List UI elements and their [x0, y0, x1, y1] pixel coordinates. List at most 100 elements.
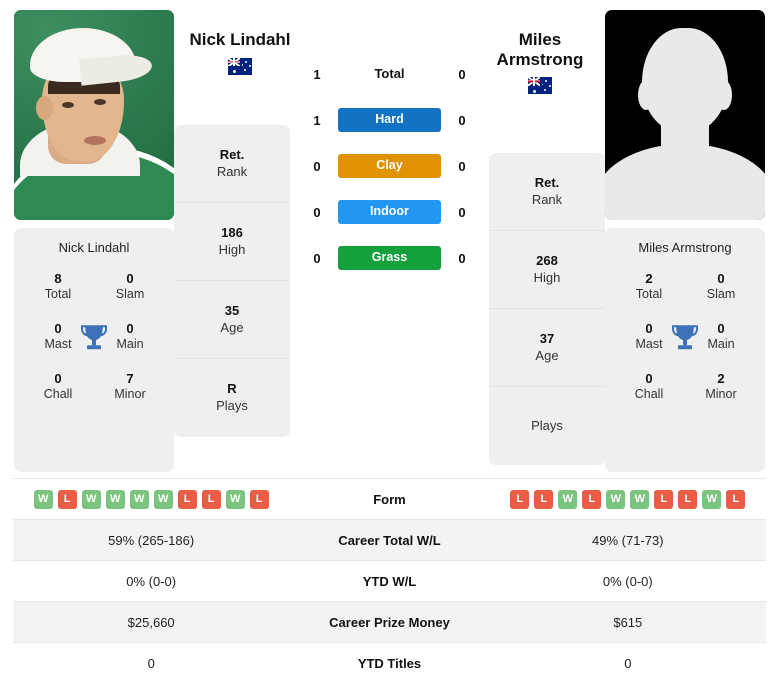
avatar-body: [605, 144, 765, 220]
union-jack: [228, 57, 240, 67]
form-badge-w[interactable]: W: [558, 489, 578, 509]
form-badge-l[interactable]: L: [177, 489, 197, 509]
form-badge-w[interactable]: W: [81, 489, 101, 509]
stat-chall: 0 Chall: [22, 371, 94, 403]
left-grass-wins: 0: [313, 250, 321, 266]
form-badge-l[interactable]: L: [249, 489, 269, 509]
left-player-name: Nick Lindahl: [189, 30, 291, 49]
form-badge-l[interactable]: L: [654, 489, 674, 509]
right-player-info-column: Ret. Rank 268 High 37 Age Plays: [489, 153, 605, 465]
form-badge-w[interactable]: W: [153, 489, 173, 509]
right-plays-label: Plays: [531, 417, 563, 433]
right-career-total-wl: 49% (71-73): [489, 519, 766, 561]
right-indoor-wins: 0: [458, 204, 466, 220]
left-clay-wins: 0: [313, 158, 321, 174]
surface-label-total: Total: [374, 65, 405, 81]
stat-chall-value: 0: [54, 370, 62, 386]
left-player-name-header[interactable]: Nick Lindahl: [182, 30, 298, 75]
stat-slam: 0 Slam: [685, 271, 757, 303]
left-titles-grid: 8 Total 0 Slam 0 Mast 0 Main 0 Chall 7 M…: [22, 271, 166, 403]
australia-flag-right: [528, 77, 552, 95]
left-age-value: 35: [224, 302, 240, 318]
form-badge-l[interactable]: L: [582, 489, 602, 509]
right-high-label: High: [533, 269, 561, 285]
stat-chall: 0 Chall: [613, 371, 685, 403]
form-badge-l[interactable]: L: [726, 489, 746, 509]
form-badge-l[interactable]: L: [201, 489, 221, 509]
stat-minor-label: Minor: [114, 387, 146, 401]
photo-ear: [36, 96, 53, 120]
stat-total-label: Total: [44, 287, 72, 302]
left-player-titles-card: Nick Lindahl 8 Total 0 Slam 0 Mast 0 Mai…: [14, 228, 174, 472]
right-hard-wins: 0: [458, 112, 466, 128]
form-badge-l[interactable]: L: [57, 489, 77, 509]
form-badge-l[interactable]: L: [678, 489, 698, 509]
form-badge-w[interactable]: W: [606, 489, 626, 509]
form-badge-w[interactable]: W: [105, 489, 125, 509]
table-row-career-total-wl: 59% (265-186) Career Total W/L 49% (71-7…: [13, 519, 766, 561]
right-career-prize-money: $615: [489, 601, 766, 643]
left-player-column: Nick Lindahl 8 Total 0 Slam 0 Mast 0 Mai…: [14, 10, 174, 472]
form-badge-w[interactable]: W: [630, 489, 650, 509]
left-player-photo[interactable]: [14, 10, 174, 220]
left-plays-value: R: [227, 381, 237, 397]
avatar-ear-right: [716, 80, 732, 110]
left-info-age: 35 Age: [174, 281, 290, 359]
right-info-card: Ret. Rank 268 High 37 Age Plays: [489, 153, 605, 465]
stat-minor-value: 7: [126, 370, 134, 386]
form-badge-w[interactable]: W: [702, 489, 722, 509]
left-high-label: High: [218, 241, 246, 257]
left-info-high: 186 High: [174, 203, 290, 281]
stat-slam-label: Slam: [706, 287, 736, 302]
right-player-name-line2: Armstrong: [496, 49, 584, 69]
form-badge-w[interactable]: W: [225, 489, 245, 509]
right-rank-label: Rank: [531, 191, 563, 207]
right-player-column: Miles Armstrong 2 Total 0 Slam 0 Mast 0 …: [605, 10, 765, 472]
form-badge-w[interactable]: W: [129, 489, 149, 509]
surface-row-grass: 0 Grass 0: [296, 246, 483, 270]
surface-row-hard: 1 Hard 0: [296, 108, 483, 132]
left-player-info-column: Ret. Rank 186 High 35 Age R Plays: [174, 125, 290, 437]
right-grass-wins: 0: [458, 250, 466, 266]
left-info-plays: R Plays: [174, 359, 290, 437]
stat-slam-label: Slam: [115, 287, 145, 302]
form-badge-l[interactable]: L: [534, 489, 554, 509]
surface-row-total: 1 Total 0: [296, 62, 483, 86]
left-form-strip: WLWWWWLLWL: [14, 489, 288, 509]
surface-badge-indoor[interactable]: Indoor: [338, 200, 441, 224]
right-high-value: 268: [536, 252, 558, 268]
right-player-name-header[interactable]: Miles Armstrong: [482, 30, 598, 95]
stat-chall-label: Chall: [634, 387, 664, 401]
left-rank-value: Ret.: [219, 146, 245, 162]
right-ytd-wl: 0% (0-0): [489, 560, 766, 602]
stat-slam-value: 0: [717, 271, 725, 286]
right-player-photo[interactable]: [605, 10, 765, 220]
surface-badge-clay[interactable]: Clay: [338, 154, 441, 178]
table-row-career-prize-money: $25,660 Career Prize Money $615: [13, 601, 766, 643]
right-info-age: 37 Age: [489, 309, 605, 387]
australia-flag-left: [228, 57, 252, 75]
surface-comparison-column: 1 Total 0 1 Hard 0 0 Clay 0 0 Indoor 0 0…: [290, 62, 489, 270]
right-player-titles-card: Miles Armstrong 2 Total 0 Slam 0 Mast 0 …: [605, 228, 765, 472]
stat-chall-value: 0: [645, 370, 653, 386]
surface-badge-hard[interactable]: Hard: [338, 108, 441, 132]
avatar-ear-left: [638, 80, 654, 110]
table-row-form: WLWWWWLLWL Form LLWLWWLLWL: [13, 478, 766, 520]
surface-row-indoor: 0 Indoor 0: [296, 200, 483, 224]
right-age-value: 37: [539, 330, 555, 346]
form-badge-l[interactable]: L: [510, 489, 530, 509]
right-form-strip: LLWLWWLLWL: [491, 489, 765, 509]
stat-total-value: 8: [54, 271, 62, 286]
stat-minor: 2 Minor: [685, 371, 757, 403]
stat-slam-value: 0: [126, 271, 134, 286]
surface-badge-grass[interactable]: Grass: [338, 246, 441, 270]
right-age-label: Age: [535, 347, 559, 363]
right-info-rank: Ret. Rank: [489, 153, 605, 231]
stat-chall-label: Chall: [43, 387, 73, 401]
left-hard-wins: 1: [313, 112, 321, 128]
right-form-cell: LLWLWWLLWL: [489, 478, 766, 520]
form-badge-w[interactable]: W: [33, 489, 53, 509]
right-info-plays: Plays: [489, 387, 605, 465]
stat-slam: 0 Slam: [94, 271, 166, 303]
right-card-player-name: Miles Armstrong: [638, 240, 732, 255]
